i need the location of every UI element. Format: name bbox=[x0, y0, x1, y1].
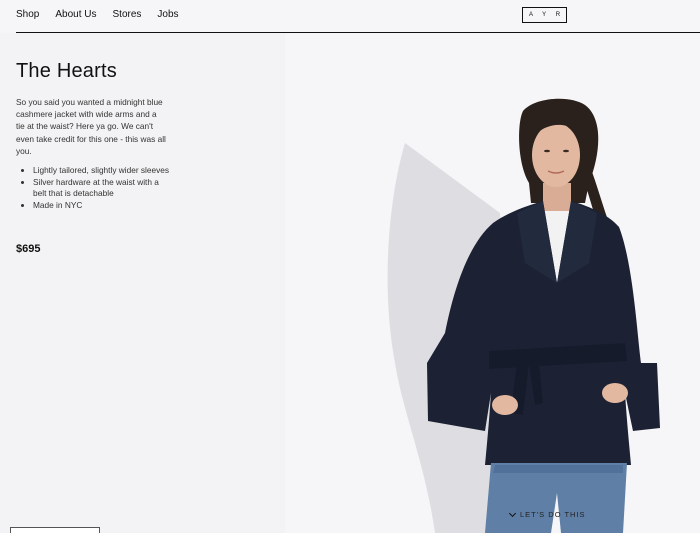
feature-item: Silver hardware at the waist with a belt… bbox=[33, 177, 171, 200]
nav-about-us-link[interactable]: About Us bbox=[55, 9, 96, 20]
product-hero-image bbox=[285, 33, 700, 533]
product-description: So you said you wanted a midnight blue c… bbox=[16, 97, 166, 156]
product-title: The Hearts bbox=[16, 60, 117, 82]
model-neck bbox=[543, 183, 571, 213]
feature-item: Lightly tailored, slightly wider sleeves bbox=[33, 165, 171, 177]
brand-logo[interactable]: A Y R bbox=[522, 7, 567, 23]
model-photo bbox=[387, 98, 660, 533]
feature-item: Made in NYC bbox=[33, 200, 171, 212]
product-page: Shop About Us Stores Jobs A Y R The Hear… bbox=[0, 0, 700, 533]
add-to-bag-button[interactable] bbox=[10, 527, 100, 533]
top-navigation: Shop About Us Stores Jobs A Y R bbox=[0, 0, 700, 32]
main-nav: Shop About Us Stores Jobs bbox=[16, 9, 179, 20]
scroll-cta[interactable]: LET'S DO THIS bbox=[508, 509, 586, 519]
nav-stores-link[interactable]: Stores bbox=[113, 9, 142, 20]
chevron-down-icon bbox=[508, 509, 517, 517]
scroll-cta-label: LET'S DO THIS bbox=[520, 510, 586, 519]
model-jeans bbox=[485, 463, 627, 533]
nav-shop-link[interactable]: Shop bbox=[16, 9, 39, 20]
model-face bbox=[532, 123, 580, 187]
nav-jobs-link[interactable]: Jobs bbox=[157, 9, 178, 20]
feature-list: Lightly tailored, slightly wider sleeves… bbox=[16, 165, 171, 211]
product-price: $695 bbox=[16, 243, 41, 255]
